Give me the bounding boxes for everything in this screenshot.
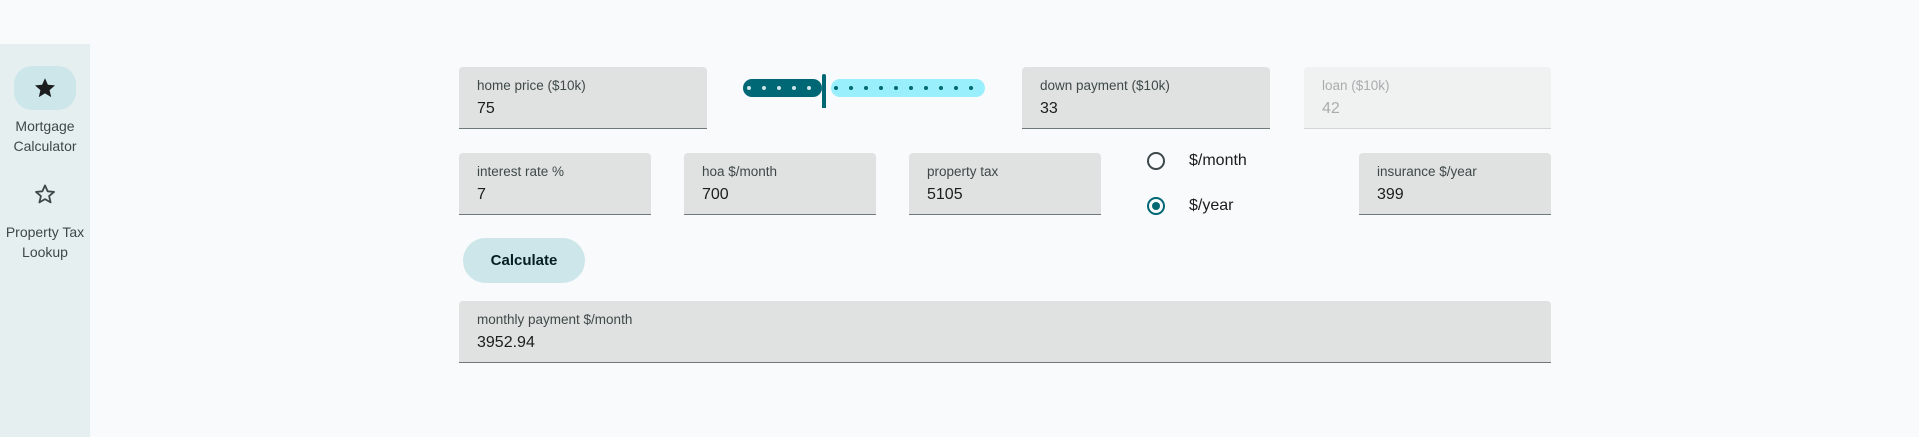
navigation-rail: Mortgage Calculator Property Tax Lookup xyxy=(0,44,90,437)
star-filled-icon xyxy=(35,78,55,98)
nav-item-label: Property Tax Lookup xyxy=(5,224,85,260)
slider-tick-inactive xyxy=(834,86,838,90)
nav-item-active-indicator xyxy=(14,66,76,110)
slider-tick-inactive xyxy=(969,86,973,90)
slider-handle[interactable] xyxy=(822,74,826,108)
slider-tick-active xyxy=(762,86,766,90)
interest-rate-value: 7 xyxy=(477,186,486,203)
down-payment-field[interactable]: down payment ($10k) 33 xyxy=(1022,67,1270,129)
insurance-field[interactable]: insurance $/year 399 xyxy=(1359,153,1551,215)
interest-rate-label: interest rate % xyxy=(477,164,565,179)
slider-tick-inactive xyxy=(939,86,943,90)
home-price-label: home price ($10k) xyxy=(477,78,586,93)
slider-tick-inactive xyxy=(849,86,853,90)
hoa-field[interactable]: hoa $/month 700 xyxy=(684,153,876,215)
monthly-payment-value: 3952.94 xyxy=(477,334,535,351)
down-payment-value: 33 xyxy=(1040,100,1058,117)
radio-selected-dot xyxy=(1152,202,1160,210)
calculate-button[interactable]: Calculate xyxy=(463,238,585,283)
slider-tick-inactive xyxy=(924,86,928,90)
hoa-value: 700 xyxy=(702,186,729,203)
radio-per-year-label: $/year xyxy=(1189,197,1234,214)
radio-per-month-circle[interactable] xyxy=(1147,152,1165,170)
nav-item-property-tax-lookup[interactable]: Property Tax Lookup xyxy=(0,172,90,262)
radio-per-year[interactable]: $/year xyxy=(1147,197,1233,215)
down-payment-slider[interactable] xyxy=(740,68,992,108)
slider-tick-inactive xyxy=(894,86,898,90)
radio-per-year-circle[interactable] xyxy=(1147,197,1165,215)
insurance-label: insurance $/year xyxy=(1377,164,1477,179)
slider-tick-active xyxy=(777,86,781,90)
property-tax-label: property tax xyxy=(927,164,999,179)
insurance-value: 399 xyxy=(1377,186,1404,203)
nav-item-label: Mortgage Calculator xyxy=(13,118,77,154)
monthly-payment-label: monthly payment $/month xyxy=(477,312,633,327)
slider-tick-active xyxy=(807,86,811,90)
slider-tick-inactive xyxy=(954,86,958,90)
star-outline-icon xyxy=(35,184,55,204)
hoa-label: hoa $/month xyxy=(702,164,778,179)
home-price-field[interactable]: home price ($10k) 75 xyxy=(459,67,707,129)
interest-rate-field[interactable]: interest rate % 7 xyxy=(459,153,651,215)
down-payment-label: down payment ($10k) xyxy=(1040,78,1170,93)
loan-value: 42 xyxy=(1322,100,1340,117)
property-tax-value: 5105 xyxy=(927,186,963,203)
loan-label: loan ($10k) xyxy=(1322,78,1390,93)
property-tax-field[interactable]: property tax 5105 xyxy=(909,153,1101,215)
slider-tick-inactive xyxy=(864,86,868,90)
nav-item-mortgage-calculator[interactable]: Mortgage Calculator xyxy=(0,66,90,156)
home-price-value: 75 xyxy=(477,100,495,117)
nav-item-indicator xyxy=(14,172,76,216)
slider-tick-inactive xyxy=(909,86,913,90)
radio-per-month-label: $/month xyxy=(1189,152,1247,169)
slider-tick-active xyxy=(792,86,796,90)
radio-per-month[interactable]: $/month xyxy=(1147,152,1247,170)
slider-inactive-track xyxy=(831,79,985,97)
monthly-payment-field: monthly payment $/month 3952.94 xyxy=(459,301,1551,363)
loan-field: loan ($10k) 42 xyxy=(1304,67,1551,129)
slider-tick-active xyxy=(747,86,751,90)
slider-tick-inactive xyxy=(879,86,883,90)
